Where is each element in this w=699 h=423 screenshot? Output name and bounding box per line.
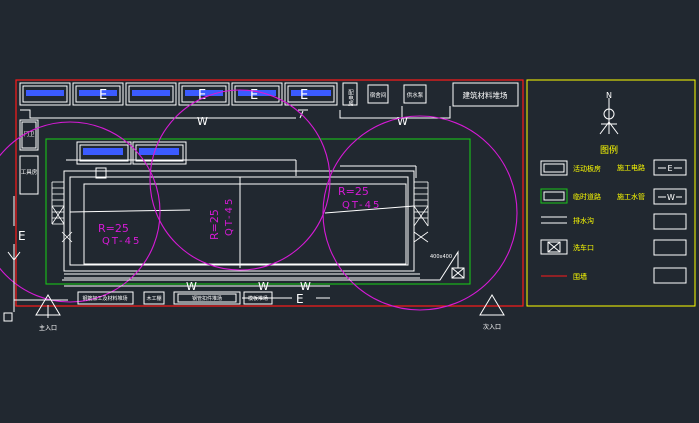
site-plan-drawing: E E E E 配电房 宿舍间 供水泵 建筑材料堆场 门卫 工具房 W W R=… [0, 79, 696, 332]
car-wash-point [451, 267, 465, 279]
tool-room-label: 工具房 [21, 168, 38, 176]
electric-line [7, 196, 330, 312]
water-pipe-top [20, 106, 451, 119]
legend-labels: 活动板房 临时道路 排水沟 洗车口 围墙 施工电路 施工水管 [573, 163, 645, 281]
legend-elec-mark: E [667, 164, 672, 173]
legend-board-house-symbol [540, 160, 568, 176]
north-arrow-icon [599, 98, 619, 135]
crane-right-model: QT-45 [342, 200, 381, 211]
elec-mark-1: E [99, 88, 107, 103]
legend-panel: N 图例 活动板房 临时道路 排水沟 洗车口 围墙 施工电路 施工水管 E W [526, 79, 696, 307]
power-room-label: 配电房 [347, 90, 354, 108]
crane-left-model: QT-45 [102, 236, 141, 247]
legend-label-carwash: 洗车口 [573, 243, 594, 252]
secondary-entrance: 次入口 [479, 294, 505, 331]
transformer-box [3, 312, 13, 322]
building-outline [63, 159, 420, 279]
elec-mark-2: E [198, 88, 206, 103]
secondary-entrance-label: 次入口 [483, 323, 501, 331]
water-pump-label: 供水泵 [407, 91, 424, 99]
water-mark-top-left: W [197, 115, 208, 128]
legend-label-water: 施工水管 [617, 192, 645, 201]
crane-middle-radius: R=25 [208, 209, 221, 240]
rebar-yard-label: 钢筋加工及材料堆场 [82, 295, 127, 302]
legend-title: 图例 [600, 144, 618, 156]
legend-label-board-house: 活动板房 [573, 164, 601, 173]
inner-office-fill-2 [139, 148, 179, 155]
inner-office-fill-1 [83, 148, 123, 155]
carpentry-shed-label: 木工棚 [146, 295, 161, 302]
top-office-row [19, 82, 338, 106]
site-boundary-wall [15, 79, 524, 307]
scaffold-right [413, 181, 429, 243]
legend-empty-box-2 [653, 239, 687, 256]
legend-label-wall: 围墙 [573, 272, 587, 281]
crane-right-radius: R=25 [338, 185, 369, 198]
elec-mark-left: E [18, 229, 26, 243]
drainage-ditch [62, 250, 459, 281]
steel-pipe-yard-label: 钢管扣件堆场 [192, 295, 222, 302]
legend-empty-box-1 [653, 213, 687, 230]
main-entrance-label: 主入口 [39, 324, 57, 332]
legend-symbols [540, 159, 687, 284]
legend-label-drain: 排水沟 [573, 216, 594, 225]
legend-label-road: 临时道路 [573, 192, 601, 201]
drain-tag: 400x400 [430, 254, 452, 260]
crane-left-radius: R=25 [98, 222, 129, 235]
scaffold-left [51, 181, 73, 243]
top-elec-marks: E E E E [99, 88, 308, 103]
legend-label-elec: 施工电路 [617, 163, 645, 172]
formwork-yard-label: 模板堆场 [248, 295, 268, 302]
legend-water-mark: W [667, 193, 675, 202]
crane-middle-model: QT-45 [224, 197, 235, 236]
elec-mark-bottom: E [296, 292, 304, 306]
water-mark-bottom-2: W [258, 280, 269, 293]
water-mark-bottom-1: W [186, 280, 197, 293]
north-label: N [606, 91, 612, 100]
crane-coverage [0, 89, 518, 311]
dorm-room-label: 宿舍间 [370, 91, 387, 99]
crane-circle-right [322, 115, 518, 311]
legend-empty-box-3 [653, 267, 687, 284]
material-yard-label: 建筑材料堆场 [463, 90, 508, 100]
elec-mark-4: E [300, 88, 308, 103]
legend-road-symbol [540, 188, 568, 204]
